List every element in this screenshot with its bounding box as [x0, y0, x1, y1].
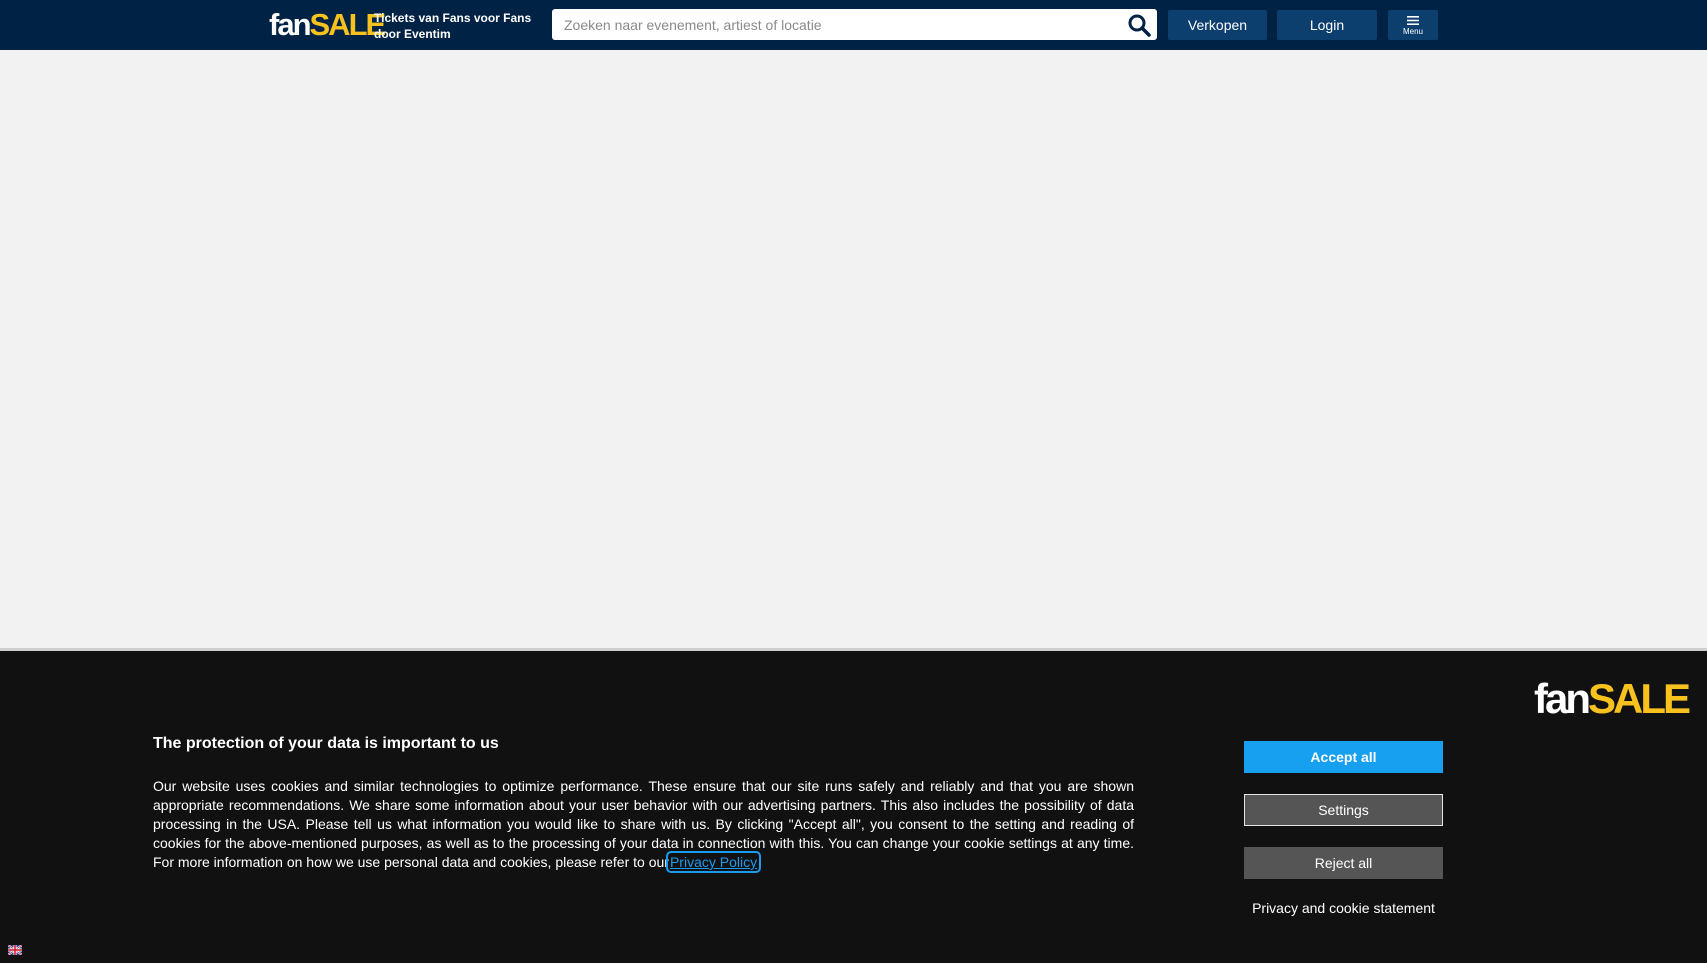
cookie-banner-title: The protection of your data is important… — [153, 735, 499, 752]
uk-flag-icon[interactable] — [7, 942, 23, 956]
hamburger-icon — [1407, 16, 1419, 25]
cookie-consent-banner: fanSALE The protection of your data is i… — [0, 648, 1707, 963]
cookie-logo-fan-text: fan — [1533, 675, 1591, 722]
menu-label: Menu — [1402, 27, 1423, 36]
login-button[interactable]: Login — [1277, 10, 1377, 40]
menu-button[interactable]: Menu — [1388, 10, 1438, 40]
cookie-settings-button[interactable]: Settings — [1244, 794, 1443, 826]
sell-button[interactable]: Verkopen — [1168, 10, 1267, 40]
privacy-policy-link[interactable]: Privacy Policy — [665, 851, 762, 873]
logo-sale-text: SALE — [309, 7, 387, 42]
cookie-banner-text: Our website uses cookies and similar tec… — [153, 777, 1134, 873]
logo-fan-text: fan — [269, 7, 311, 42]
search-input[interactable] — [552, 9, 1112, 40]
cookie-banner-logo: fanSALE — [1533, 675, 1691, 723]
site-header: fanSALE Tickets van Fans voor Fans door … — [0, 0, 1707, 50]
cookie-logo-sale-text: SALE — [1587, 675, 1691, 722]
site-tagline: Tickets van Fans voor Fans door Eventim — [374, 11, 532, 41]
accept-all-button[interactable]: Accept all — [1244, 741, 1443, 773]
reject-all-button[interactable]: Reject all — [1244, 847, 1443, 879]
fansale-logo[interactable]: fanSALE — [269, 7, 387, 43]
search-bar — [552, 9, 1157, 40]
search-icon[interactable] — [1127, 13, 1151, 37]
cookie-body-text: Our website uses cookies and similar tec… — [153, 778, 1134, 870]
cookie-body-end: . — [758, 854, 762, 870]
privacy-cookie-statement-link[interactable]: Privacy and cookie statement — [1244, 900, 1443, 916]
